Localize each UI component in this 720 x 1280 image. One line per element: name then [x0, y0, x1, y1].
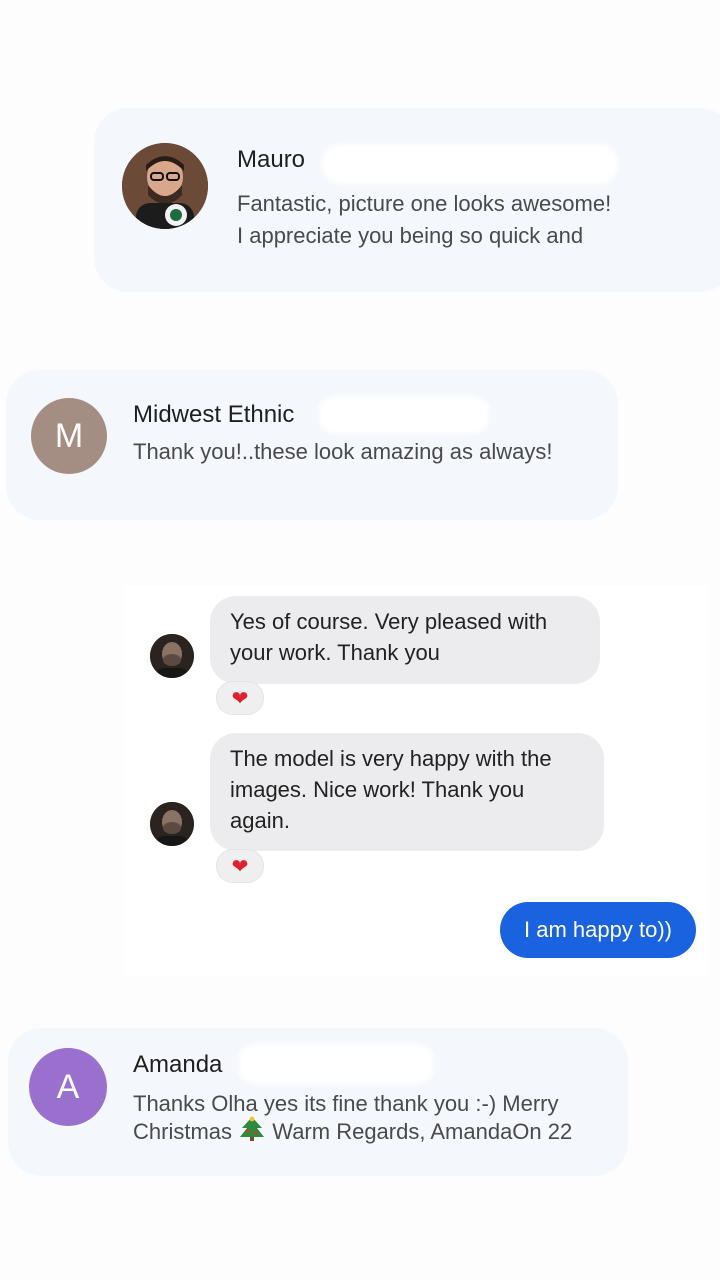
conversation-name: Amanda — [133, 1051, 223, 1078]
person-photo-icon — [150, 802, 194, 846]
conversation-snippet-line: Christmas Warm Regards, AmandaOn 22 — [133, 1116, 572, 1148]
avatar-mauro — [122, 143, 208, 229]
conversation-name: Mauro — [237, 146, 306, 173]
person-photo-icon — [122, 143, 208, 229]
conversation-name: Midwest Ethnic — [133, 401, 295, 428]
heart-reaction-icon[interactable]: ❤ — [216, 681, 264, 715]
sender-avatar — [150, 802, 194, 846]
message-text-line: The model is very happy with the — [230, 746, 552, 771]
message-text-line: again. — [230, 808, 290, 833]
snippet-text: Warm Regards, AmandaOn 22 — [266, 1119, 573, 1144]
avatar-initial: M — [54, 416, 84, 455]
redaction-blur — [322, 144, 618, 184]
heart-reaction-icon[interactable]: ❤ — [216, 849, 264, 883]
message-text-line: your work. Thank you — [230, 640, 440, 665]
redaction-blur — [318, 396, 490, 434]
snippet-text: Christmas — [133, 1119, 233, 1144]
outgoing-message-bubble: I am happy to)) — [500, 902, 696, 958]
conversation-snippet-line: I appreciate you being so quick and — [237, 223, 584, 248]
conversation-snippet: Thank you!..these look amazing as always… — [133, 439, 553, 464]
incoming-message-bubble: Yes of course. Very pleased with your wo… — [210, 596, 600, 684]
incoming-message-bubble: The model is very happy with the images.… — [210, 733, 604, 851]
message-text-line: Yes of course. Very pleased with — [230, 609, 548, 634]
chat-screenshot: Yes of course. Very pleased with your wo… — [124, 586, 708, 976]
person-photo-icon — [150, 634, 194, 678]
message-text-line: images. Nice work! Thank you — [230, 777, 525, 802]
christmas-tree-icon — [240, 1116, 265, 1141]
conversation-snippet-line: Fantastic, picture one looks awesome! — [237, 191, 612, 216]
sender-avatar — [150, 634, 194, 678]
redaction-blur — [238, 1044, 434, 1084]
avatar-letter-a: A — [29, 1048, 107, 1126]
avatar-initial: A — [56, 1067, 80, 1106]
avatar-letter-m: M — [31, 398, 107, 474]
